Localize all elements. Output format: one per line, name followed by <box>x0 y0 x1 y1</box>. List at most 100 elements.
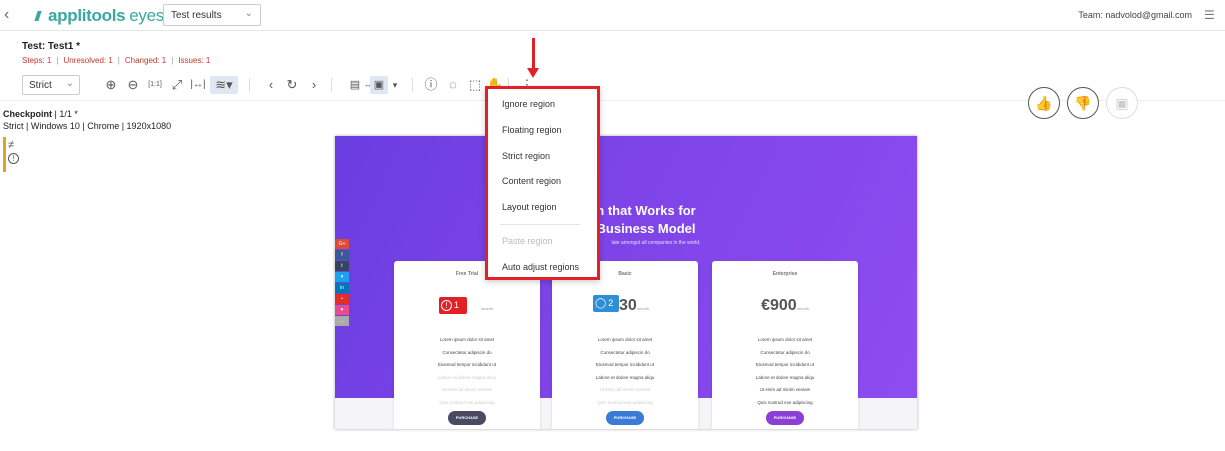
applitools-logo[interactable]: applitools eyes <box>36 6 164 26</box>
compare-view-icon[interactable]: ▣ <box>370 76 388 94</box>
hero-subtitle: late amongst all companies in the world. <box>611 240 701 246</box>
card-price: 30/month <box>552 297 698 315</box>
facebook-icon: f <box>335 250 349 260</box>
user-menu-icon[interactable]: ☰ <box>1204 8 1218 22</box>
feature-item: Consectetur adipiscin do <box>600 349 650 355</box>
pricing-card-free: Free Trial /month Lorem ipsum dolor sit … <box>394 261 540 429</box>
status-strip <box>3 137 6 172</box>
stat-separator: | <box>117 56 120 65</box>
menu-item-strict-region[interactable]: Strict region <box>502 151 550 161</box>
card-price-period: /month <box>796 306 809 311</box>
layers-icon[interactable]: ≋▾ <box>210 76 238 94</box>
tumblr-icon: t <box>335 261 349 271</box>
issue-icon[interactable]: ⓘ <box>422 76 440 94</box>
toolbar-divider <box>249 78 250 92</box>
fit-width-icon[interactable]: |↔| <box>189 76 207 94</box>
top-bar: ‹ applitools eyes Test results ⌄ Team: n… <box>0 0 1225 31</box>
feature-item: Quis nostrud exe adipiscing <box>597 399 653 405</box>
stat-steps: Steps: 1 <box>22 56 52 65</box>
zoom-100-icon[interactable]: [1:1] <box>146 76 164 94</box>
checkpoint-label: Checkpoint <box>3 109 53 119</box>
twitter-icon: ▾ <box>335 272 349 282</box>
feature-item: Lorem ipsum dolor sit amet <box>439 337 495 342</box>
checkpoint-unsaved-mark: * <box>74 109 78 119</box>
purchase-button: PURCHASE <box>448 411 486 425</box>
toolbar-divider <box>331 78 332 92</box>
chevron-down-icon: ⌄ <box>65 78 74 89</box>
pricing-card-enterprise: Enterprise €900/month Lorem ipsum dolor … <box>712 261 858 429</box>
feature-item: Labore et dolore magna aliqu <box>437 374 497 380</box>
refresh-icon[interactable]: ↻ <box>283 76 301 94</box>
feature-item: Eiusmod tempor incididunt ut <box>755 362 815 367</box>
menu-item-floating-region[interactable]: Floating region <box>502 125 562 135</box>
side-by-side-icon[interactable]: ▤ <box>346 76 364 94</box>
stat-changed: Changed: 1 <box>124 56 167 65</box>
google-plus-icon: G+ <box>335 239 349 249</box>
feature-item: Ut enim ad minim veniam <box>599 387 651 392</box>
checkpoint-environment: Strict | Windows 10 | Chrome | 1920x1080 <box>3 121 172 131</box>
stat-separator: | <box>56 56 59 65</box>
feature-item: Ut enim ad minim veniam <box>441 387 493 392</box>
logo-text: applitools <box>48 6 126 25</box>
menu-item-content-region[interactable]: Content region <box>502 176 561 186</box>
view-select-value: Test results <box>171 10 222 21</box>
comment-icon[interactable]: ◌ <box>444 76 462 94</box>
region-icon[interactable]: ⬚ <box>466 76 484 94</box>
menu-divider <box>500 224 580 225</box>
print-icon: ▪ <box>335 294 349 304</box>
card-features: Lorem ipsum dolor sit amet Consectetur a… <box>712 334 858 409</box>
feature-item: Lorem ipsum dolor sit amet <box>757 337 813 342</box>
thumbs-up-button[interactable]: 👍 <box>1028 87 1060 119</box>
more-share-icon: ... <box>335 316 349 326</box>
back-icon[interactable]: ‹ <box>4 7 18 23</box>
chevron-down-icon[interactable]: ▾ <box>390 76 400 94</box>
checkpoint-screenshot[interactable]: n that Works for Business Model late amo… <box>335 136 917 429</box>
card-price: €900/month <box>712 297 858 315</box>
zoom-in-icon[interactable]: ⊕ <box>102 76 120 94</box>
view-select[interactable]: Test results ⌄ <box>163 4 261 26</box>
feature-item: Eiusmod tempor incididunt ut <box>595 362 655 367</box>
card-price-value: 30 <box>618 297 637 314</box>
menu-item-ignore-region[interactable]: Ignore region <box>502 99 555 109</box>
purchase-button: PURCHASE <box>606 411 644 425</box>
card-features: Lorem ipsum dolor sit amet Consectetur a… <box>394 334 540 409</box>
issue-badge[interactable]: ! 1 <box>439 297 467 314</box>
menu-item-auto-adjust-regions[interactable]: Auto adjust regions <box>502 262 579 272</box>
card-price-period: /month <box>480 306 494 311</box>
next-icon[interactable]: › <box>305 76 323 94</box>
comment-badge[interactable]: ◯ 2 <box>593 295 619 312</box>
social-share-bar: G+ f t ▾ in ▪ ♥ ... <box>335 239 349 327</box>
feature-item: Consectetur adipiscin do <box>442 349 492 355</box>
card-price: /month <box>394 297 540 315</box>
not-equal-icon: ≠ <box>8 139 15 151</box>
zoom-out-icon[interactable]: ⊖ <box>124 76 142 94</box>
stat-unresolved: Unresolved: 1 <box>63 56 113 65</box>
match-level-value: Strict <box>29 80 52 91</box>
annotation-arrow-head <box>527 68 539 78</box>
feature-item: Quis nostrud exe adipiscing <box>439 399 495 405</box>
hero-title-line1: n that Works for <box>596 203 696 218</box>
match-level-select[interactable]: Strict ⌄ <box>22 75 80 95</box>
toolbar-divider <box>412 78 413 92</box>
card-title: Enterprise <box>772 271 798 277</box>
feature-item: Consectetur adipiscin do <box>760 349 810 355</box>
prev-icon[interactable]: ‹ <box>262 76 280 94</box>
diff-indicators: ≠ ! <box>8 138 19 164</box>
feature-item: Ut enim ad minim veniam <box>759 387 811 392</box>
save-button[interactable]: ▣ <box>1106 87 1138 119</box>
fit-icon[interactable]: ⤢ <box>168 76 186 94</box>
menu-item-paste-region: Paste region <box>502 236 553 246</box>
heart-icon: ♥ <box>335 305 349 315</box>
region-type-menu: Ignore region Floating region Strict reg… <box>485 86 600 280</box>
purchase-button: PURCHASE <box>766 411 804 425</box>
issue-count: 1 <box>454 300 460 310</box>
menu-item-layout-region[interactable]: Layout region <box>502 202 557 212</box>
logo-mark-icon <box>36 9 44 23</box>
feature-item: Quis nostrud exe adipiscing <box>757 399 813 405</box>
chevron-down-icon: ⌄ <box>244 8 253 19</box>
team-label: Team: nadvolod@gmail.com <box>1078 10 1192 20</box>
checkpoint-header: Checkpoint | 1/1 * <box>3 109 78 119</box>
linkedin-icon: in <box>335 283 349 293</box>
feature-item: Labore et dolore magna aliqu <box>755 374 815 380</box>
thumbs-down-button[interactable]: 👎 <box>1067 87 1099 119</box>
